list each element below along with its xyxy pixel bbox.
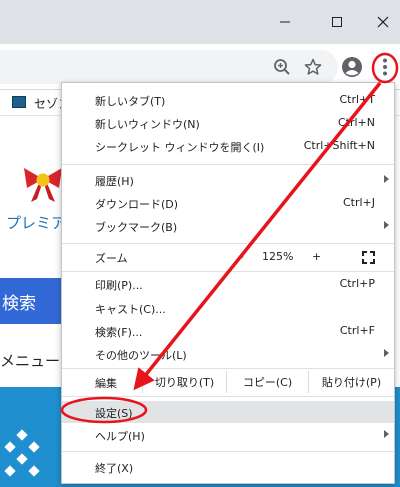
menu-item-incognito[interactable]: シークレット ウィンドウを開く(I) Ctrl+Shift+N xyxy=(62,135,394,157)
paste-button[interactable]: 貼り付け(P) xyxy=(308,371,394,393)
menu-shortcut: Ctrl+P xyxy=(339,277,375,290)
chrome-main-menu: 新しいタブ(T) Ctrl+T 新しいウィンドウ(N) Ctrl+N シークレッ… xyxy=(61,82,395,484)
menu-shortcut: Ctrl+F xyxy=(339,324,375,337)
profile-icon[interactable] xyxy=(338,53,366,81)
menu-label: ブックマーク(B) xyxy=(95,221,178,234)
menu-item-exit[interactable]: 終了(X) xyxy=(62,456,394,478)
menu-shortcut: Ctrl+N xyxy=(337,116,375,129)
menu-label: 新しいタブ(T) xyxy=(95,95,166,108)
menu-separator xyxy=(62,368,394,369)
menu-label: 設定(S) xyxy=(95,407,133,420)
edit-label: 編集 xyxy=(95,377,117,390)
cut-button[interactable]: 切り取り(T) xyxy=(142,371,226,393)
menu-item-new-window[interactable]: 新しいウィンドウ(N) Ctrl+N xyxy=(62,112,394,134)
menu-item-downloads[interactable]: ダウンロード(D) Ctrl+J xyxy=(62,192,394,214)
menu-label: 新しいウィンドウ(N) xyxy=(95,118,200,131)
ribbon-icon xyxy=(24,168,62,202)
menu-item-history[interactable]: 履歴(H) xyxy=(62,169,394,191)
minimize-button[interactable] xyxy=(262,0,308,44)
menu-edit-row: 編集 切り取り(T) コピー(C) 貼り付け(P) xyxy=(62,371,394,393)
menu-item-settings[interactable]: 設定(S) xyxy=(62,401,394,423)
banner-logo-icon xyxy=(4,429,40,477)
menu-label: その他のツール(L) xyxy=(95,349,187,362)
menu-label: ダウンロード(D) xyxy=(95,198,179,211)
submenu-arrow-icon xyxy=(384,430,389,438)
maximize-button[interactable] xyxy=(314,0,360,44)
menu-separator xyxy=(62,271,394,272)
menu-label: 印刷(P)... xyxy=(95,279,143,292)
premium-link[interactable]: プレミア xyxy=(6,212,66,233)
zoom-out-button[interactable]: - xyxy=(240,250,244,263)
star-icon[interactable] xyxy=(299,53,327,81)
zoom-level-value: 125% xyxy=(262,250,294,263)
fullscreen-icon[interactable] xyxy=(362,251,375,264)
submenu-arrow-icon xyxy=(384,175,389,183)
menu-shortcut: Ctrl+Shift+N xyxy=(303,139,375,152)
zoom-icon[interactable] xyxy=(268,53,296,81)
submenu-arrow-icon xyxy=(384,221,389,229)
minimize-icon xyxy=(280,21,290,23)
menu-shortcut: Ctrl+T xyxy=(339,93,375,106)
menu-item-cast[interactable]: キャスト(C)... xyxy=(62,297,394,319)
menu-item-more-tools[interactable]: その他のツール(L) xyxy=(62,343,394,365)
menu-item-find[interactable]: 検索(F)... Ctrl+F xyxy=(62,320,394,342)
menu-label: 履歴(H) xyxy=(95,175,134,188)
menu-item-new-tab[interactable]: 新しいタブ(T) Ctrl+T xyxy=(62,89,394,111)
menu-separator xyxy=(62,243,394,244)
zoom-label: ズーム xyxy=(95,252,128,265)
close-button[interactable] xyxy=(360,0,400,44)
menu-separator xyxy=(62,396,394,397)
menu-item-help[interactable]: ヘルプ(H) xyxy=(62,424,394,446)
menu-label: シークレット ウィンドウを開く(I) xyxy=(95,141,265,154)
title-bar xyxy=(0,0,400,44)
menu-separator xyxy=(62,451,394,452)
zoom-in-button[interactable]: + xyxy=(312,250,321,263)
page-menu-heading: メニュー xyxy=(0,352,61,370)
menu-zoom-row: ズーム - 125% + xyxy=(62,246,394,268)
submenu-arrow-icon xyxy=(384,349,389,357)
menu-label: ヘルプ(H) xyxy=(95,430,145,443)
maximize-icon xyxy=(332,17,342,27)
close-icon xyxy=(377,16,389,28)
menu-item-print[interactable]: 印刷(P)... Ctrl+P xyxy=(62,273,394,295)
menu-label: 終了(X) xyxy=(95,462,134,475)
menu-label: 検索(F)... xyxy=(95,326,143,339)
copy-button[interactable]: コピー(C) xyxy=(226,371,308,393)
menu-shortcut: Ctrl+J xyxy=(342,196,375,209)
three-dot-menu-icon[interactable] xyxy=(371,53,399,81)
menu-item-bookmarks[interactable]: ブックマーク(B) xyxy=(62,215,394,237)
menu-label: キャスト(C)... xyxy=(95,303,166,316)
menu-separator xyxy=(62,164,394,165)
bookmark-favicon-icon xyxy=(12,96,26,108)
